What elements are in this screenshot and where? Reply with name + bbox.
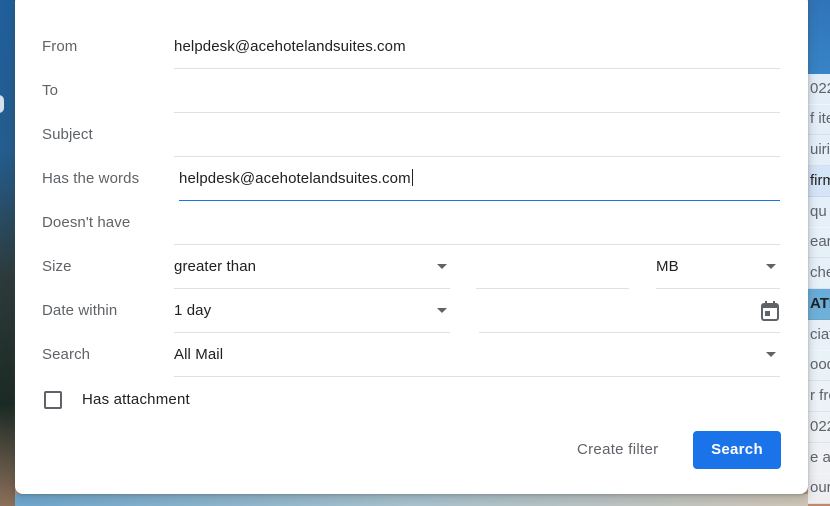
has-words-label: Has the words: [42, 170, 140, 187]
search-scope-label: Search: [42, 346, 91, 363]
list-item: ear: [808, 227, 830, 258]
chevron-down-icon: [437, 264, 447, 269]
size-operator-select[interactable]: greater than: [174, 245, 450, 289]
to-row: To: [42, 69, 780, 113]
background-strip: [15, 494, 808, 506]
subject-row: Subject: [42, 113, 780, 157]
size-unit-value: MB: [656, 258, 679, 275]
to-label: To: [42, 82, 59, 99]
size-operator-value: greater than: [174, 258, 257, 275]
list-item: r fre: [808, 381, 830, 412]
has-words-value-wrap: helpdesk@acehotelandsuites.com: [179, 157, 413, 201]
search-scope-row: Search All Mail: [42, 333, 780, 377]
search-scope-value: All Mail: [174, 346, 224, 363]
search-scope-select[interactable]: All Mail: [174, 333, 780, 377]
date-within-row: Date within 1 day: [42, 289, 780, 333]
list-item: ciat: [808, 320, 830, 351]
date-within-value: 1 day: [174, 302, 212, 319]
size-value-input[interactable]: [476, 245, 629, 289]
list-item: ood: [808, 350, 830, 381]
has-attachment-option[interactable]: Has attachment: [42, 378, 342, 422]
list-item: our: [808, 473, 830, 504]
has-attachment-checkbox[interactable]: [44, 391, 62, 409]
list-item: f ite: [808, 104, 830, 135]
from-label: From: [42, 38, 78, 55]
list-item: firm: [808, 166, 830, 197]
has-words-row: Has the words helpdesk@acehotelandsuites…: [42, 157, 780, 201]
create-filter-button[interactable]: Create filter: [565, 431, 670, 469]
size-label: Size: [42, 258, 72, 275]
from-field[interactable]: helpdesk@acehotelandsuites.com: [174, 25, 780, 69]
size-row: Size greater than MB: [42, 245, 780, 289]
has-words-field[interactable]: helpdesk@acehotelandsuites.com: [179, 157, 780, 201]
chevron-down-icon: [437, 308, 447, 313]
list-item: che: [808, 258, 830, 289]
list-item: e a: [808, 443, 830, 474]
doesnt-have-row: Doesn't have: [42, 201, 780, 245]
chevron-down-icon: [766, 352, 776, 357]
calendar-icon[interactable]: [761, 301, 779, 321]
date-within-select[interactable]: 1 day: [174, 289, 450, 333]
list-item: 022: [808, 412, 830, 443]
date-input[interactable]: [479, 289, 780, 333]
from-value: helpdesk@acehotelandsuites.com: [174, 38, 406, 55]
list-item: ATI: [808, 289, 830, 320]
search-button[interactable]: Search: [693, 431, 781, 469]
has-words-value: helpdesk@acehotelandsuites.com: [179, 170, 411, 187]
chevron-down-icon: [766, 264, 776, 269]
to-field[interactable]: [174, 69, 780, 113]
subject-label: Subject: [42, 126, 93, 143]
background-email-list: 022 f ite uirin firm qu ear che ATI ciat…: [808, 0, 830, 506]
doesnt-have-field[interactable]: [174, 201, 780, 245]
list-item: 022: [808, 74, 830, 105]
subject-field[interactable]: [174, 113, 780, 157]
has-attachment-label: Has attachment: [82, 391, 190, 408]
from-row: From helpdesk@acehotelandsuites.com: [42, 25, 780, 69]
background-handle: [0, 95, 4, 113]
size-unit-select[interactable]: MB: [656, 245, 780, 289]
doesnt-have-label: Doesn't have: [42, 214, 131, 231]
search-options-dialog: From helpdesk@acehotelandsuites.com To S…: [15, 0, 808, 494]
date-within-label: Date within: [42, 302, 118, 319]
list-item: uirin: [808, 135, 830, 166]
background-scenery-left: [0, 0, 15, 506]
text-cursor: [411, 169, 413, 186]
list-item: qu: [808, 197, 830, 228]
